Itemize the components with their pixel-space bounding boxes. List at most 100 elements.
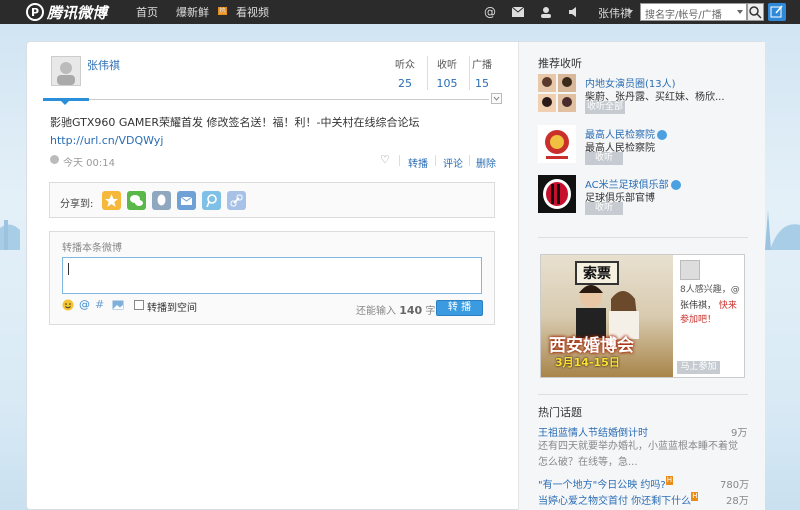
follow-all-button[interactable]: 收听全部: [585, 101, 625, 114]
topic-title[interactable]: 当婷心爱之物交首付 你还剩下什么: [538, 496, 691, 507]
topic-count: 28万: [726, 496, 749, 507]
share-panel: 分享到:: [49, 182, 495, 218]
ad-banner[interactable]: 索票 西安婚博会 3月14-15日: [541, 255, 673, 377]
pencil-icon: [770, 5, 783, 18]
ad-interest-text: 8人感兴趣，@: [680, 285, 740, 295]
procuratorate-avatar[interactable]: [538, 125, 576, 163]
stat-label: 收听: [437, 60, 457, 71]
like-heart-icon[interactable]: ♡: [380, 153, 390, 166]
user-icon[interactable]: [538, 4, 554, 20]
user-menu-caret-icon[interactable]: [627, 10, 633, 14]
verified-badge-icon: [657, 130, 667, 140]
nav-trending-label: 爆新鲜: [176, 6, 209, 19]
main-nav: 首页 爆新鲜 热 看视频: [136, 0, 269, 24]
forward-textarea[interactable]: [62, 257, 482, 294]
chevron-down-icon: [493, 96, 500, 101]
divider: [399, 155, 400, 166]
text-caret: [68, 263, 69, 275]
topic-title[interactable]: "有一个地方"今日公映 约吗?: [538, 480, 666, 491]
clock-icon: [50, 155, 59, 164]
topic-title[interactable]: 王祖蓝情人节结婚倒计时: [538, 428, 648, 439]
divider: [538, 237, 748, 238]
follow-button[interactable]: 收听: [585, 152, 623, 165]
nav-home[interactable]: 首页: [136, 4, 158, 20]
search-input[interactable]: 搜名字/帐号/广播: [640, 3, 747, 21]
sound-icon[interactable]: [566, 4, 582, 20]
divider: [469, 155, 470, 166]
limit-suffix: 字: [425, 306, 436, 317]
tencent-weibo-icon[interactable]: [202, 191, 221, 210]
logo-mark-icon: P: [26, 3, 44, 21]
stat-broadcasts[interactable]: 广播 15: [462, 56, 502, 90]
qzone-icon[interactable]: [102, 191, 121, 210]
main-card: 张伟祺 听众 25 收听 105 广播 15 影驰GTX960 GAMER荣耀首…: [26, 41, 765, 510]
compose-button[interactable]: [768, 3, 786, 21]
share-to-qzone-checkbox[interactable]: [134, 300, 144, 310]
qq-icon[interactable]: [152, 191, 171, 210]
tencent-weibo-logo[interactable]: P 腾讯微博: [26, 2, 107, 22]
join-now-button[interactable]: 马上参加: [677, 361, 720, 374]
limit-prefix: 还能输入: [356, 306, 396, 317]
comment-link[interactable]: 评论: [443, 155, 463, 170]
group-avatar[interactable]: [538, 74, 576, 112]
nav-videos[interactable]: 看视频: [236, 4, 269, 20]
divider: [435, 155, 436, 166]
hot-badge: H: [691, 492, 699, 501]
mail-share-icon[interactable]: [177, 191, 196, 210]
topic-item[interactable]: "有一个地方"今日公映 约吗?H: [538, 476, 673, 491]
hashtag-icon[interactable]: #: [95, 299, 107, 311]
top-navigation-bar: P 腾讯微博 首页 爆新鲜热 看视频 @ 张伟祺 搜名字/帐号/广播: [0, 0, 800, 24]
forward-link[interactable]: 转播: [408, 155, 428, 170]
hot-topics-title: 热门话题: [538, 406, 582, 419]
ac-milan-avatar[interactable]: [538, 175, 576, 213]
stat-value: 25: [398, 77, 412, 90]
topic-count: 780万: [720, 480, 750, 491]
ad-invite-text-2: 参加吧！: [680, 315, 717, 325]
profile-divider: [43, 99, 489, 100]
ad-title: 西安婚博会: [549, 336, 634, 356]
search-button[interactable]: [747, 3, 764, 21]
checkbox-label: 转播到空间: [147, 303, 197, 314]
post-text: 影驰GTX960 GAMER荣耀首发 修改签名送！福！利！-中关村在线综合论坛: [50, 116, 420, 129]
post-time[interactable]: 今天 00:14: [63, 154, 115, 169]
delete-link[interactable]: 删除: [476, 155, 496, 170]
mention-icon[interactable]: @: [482, 4, 498, 20]
ad-date: 3月14-15日: [555, 356, 620, 369]
logo-text: 腾讯微博: [47, 3, 108, 22]
share-label: 分享到:: [60, 199, 94, 210]
mail-icon[interactable]: [510, 4, 526, 20]
search-type-caret-icon[interactable]: [737, 10, 743, 14]
ad-ticket-label: 索票: [575, 261, 619, 285]
hot-badge: H: [665, 476, 673, 485]
topic-desc: 还有四天就要举办婚礼，小蓝蓝根本睡不着觉怎么破？在线等，急...: [538, 441, 738, 468]
avatar[interactable]: [51, 56, 81, 86]
stat-label: 广播: [472, 60, 492, 71]
topic-count: 9万: [731, 428, 748, 439]
image-icon[interactable]: [112, 299, 124, 311]
stat-following[interactable]: 收听 105: [427, 56, 467, 90]
ad-user-avatar: [680, 260, 700, 280]
topic-item[interactable]: 王祖蓝情人节结婚倒计时: [538, 424, 648, 439]
follow-button[interactable]: 收听: [585, 202, 623, 215]
wechat-icon[interactable]: [127, 191, 146, 210]
expand-dropdown-button[interactable]: [491, 93, 502, 104]
forward-panel: 转播本条微博 @ # 转播到空间 还能输入 140 字 转 播: [49, 231, 495, 325]
topic-item[interactable]: 当婷心爱之物交首付 你还剩下什么H: [538, 492, 699, 507]
mention-at-icon[interactable]: @: [79, 299, 91, 311]
post-link[interactable]: http://url.cn/VDQWyj: [50, 134, 163, 147]
nav-trending[interactable]: 爆新鲜 热: [176, 4, 227, 20]
link-icon[interactable]: [227, 191, 246, 210]
char-limit: 还能输入 140 字: [356, 302, 435, 317]
stat-value: 15: [475, 77, 489, 90]
forward-submit-button[interactable]: 转 播: [436, 300, 483, 316]
search-icon: [749, 6, 762, 19]
ad-user-name: 张伟祺，: [680, 301, 717, 311]
profile-name[interactable]: 张伟祺: [87, 57, 120, 73]
emoji-icon[interactable]: [62, 299, 74, 311]
stat-listeners[interactable]: 听众 25: [385, 56, 425, 90]
divider: [538, 394, 748, 395]
right-sidebar: 推荐收听 内地女演员圈(13人) 柴蔚、张丹露、买红妹、杨欣... 收听全部 最…: [518, 42, 765, 510]
stat-label: 听众: [395, 60, 415, 71]
tab-pointer: [61, 101, 69, 105]
wedding-expo-ad[interactable]: 索票 西安婚博会 3月14-15日 8人感兴趣，@ 张伟祺， 快来 参加吧！ 马…: [540, 254, 745, 378]
